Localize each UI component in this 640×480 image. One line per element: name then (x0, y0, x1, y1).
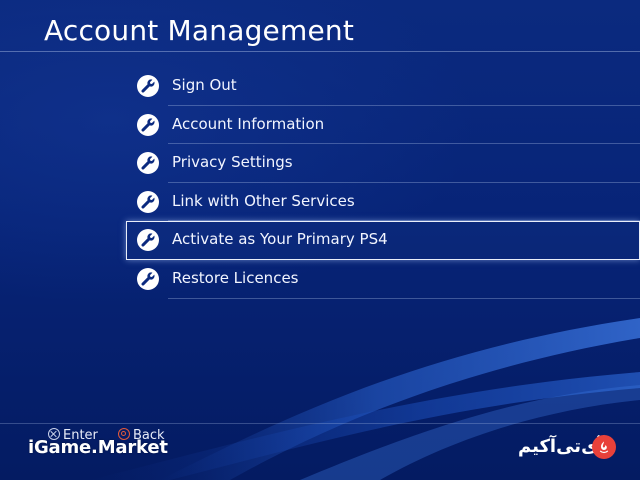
wrench-icon (137, 152, 159, 175)
wrench-icon (137, 229, 159, 252)
wrench-icon (137, 113, 159, 136)
wrench-icon (137, 190, 159, 213)
menu-item-label: Sign Out (172, 76, 237, 94)
ps4-screen: Account Management Sign Out Account Info… (0, 0, 640, 480)
watermark-site-logo: آی‌تی‌آکیم (518, 434, 618, 464)
watermark-igame-market: iGame.Market (28, 437, 168, 458)
page-title: Account Management (44, 14, 355, 47)
menu-item-privacy-settings[interactable]: Privacy Settings (126, 144, 640, 183)
menu-item-label: Link with Other Services (172, 191, 355, 210)
menu-item-activate-primary-ps4[interactable]: Activate as Your Primary PS4 (126, 221, 640, 260)
menu-item-account-information[interactable]: Account Information (126, 106, 640, 145)
menu-item-label: Restore Licences (172, 268, 299, 287)
account-menu: Sign Out Account Information Privacy Set… (126, 67, 640, 299)
wrench-icon (137, 267, 159, 290)
menu-item-label: Account Information (172, 114, 325, 133)
wrench-icon (137, 75, 159, 97)
menu-item-link-with-other-services[interactable]: Link with Other Services (126, 183, 640, 222)
footer-divider (0, 423, 640, 424)
watermark-site-name: آی‌تی‌آکیم (518, 436, 604, 457)
title-divider (0, 51, 640, 52)
menu-item-label: Activate as Your Primary PS4 (172, 230, 388, 249)
site-logo-icon (592, 435, 616, 459)
menu-item-label: Privacy Settings (172, 153, 293, 172)
menu-item-restore-licences[interactable]: Restore Licences (126, 260, 640, 299)
row-divider (168, 297, 640, 299)
menu-item-sign-out[interactable]: Sign Out (126, 67, 640, 106)
